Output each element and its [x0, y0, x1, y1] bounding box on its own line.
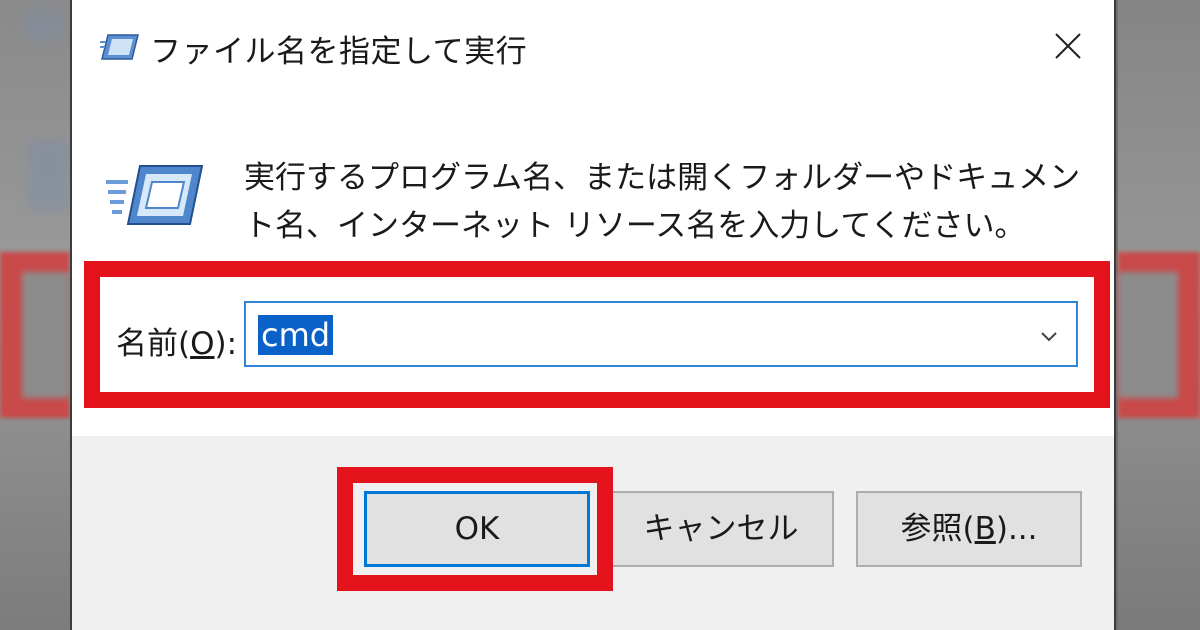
browse-label-prefix: 参照(	[900, 511, 975, 547]
close-button[interactable]	[1046, 24, 1090, 68]
ok-highlight-box	[337, 467, 613, 591]
background-blur	[1118, 272, 1178, 398]
browse-button[interactable]: 参照(B)...	[856, 491, 1082, 567]
background-blur	[28, 140, 68, 210]
cancel-button[interactable]: キャンセル	[608, 491, 834, 567]
run-icon	[106, 160, 206, 230]
instruction-text: 実行するプログラム名、または開くフォルダーやドキュメント名、インターネット リソ…	[244, 160, 1081, 244]
browse-label-suffix: )...	[995, 511, 1038, 547]
close-icon	[1055, 33, 1081, 59]
run-icon	[100, 32, 140, 62]
background-blur	[22, 272, 70, 398]
browse-label-accesskey: B	[974, 511, 996, 547]
background-blur	[24, 10, 64, 40]
input-highlight-box	[84, 261, 1110, 408]
dialog-title: ファイル名を指定して実行	[150, 34, 528, 70]
title-bar[interactable]: ファイル名を指定して実行	[72, 0, 1114, 96]
